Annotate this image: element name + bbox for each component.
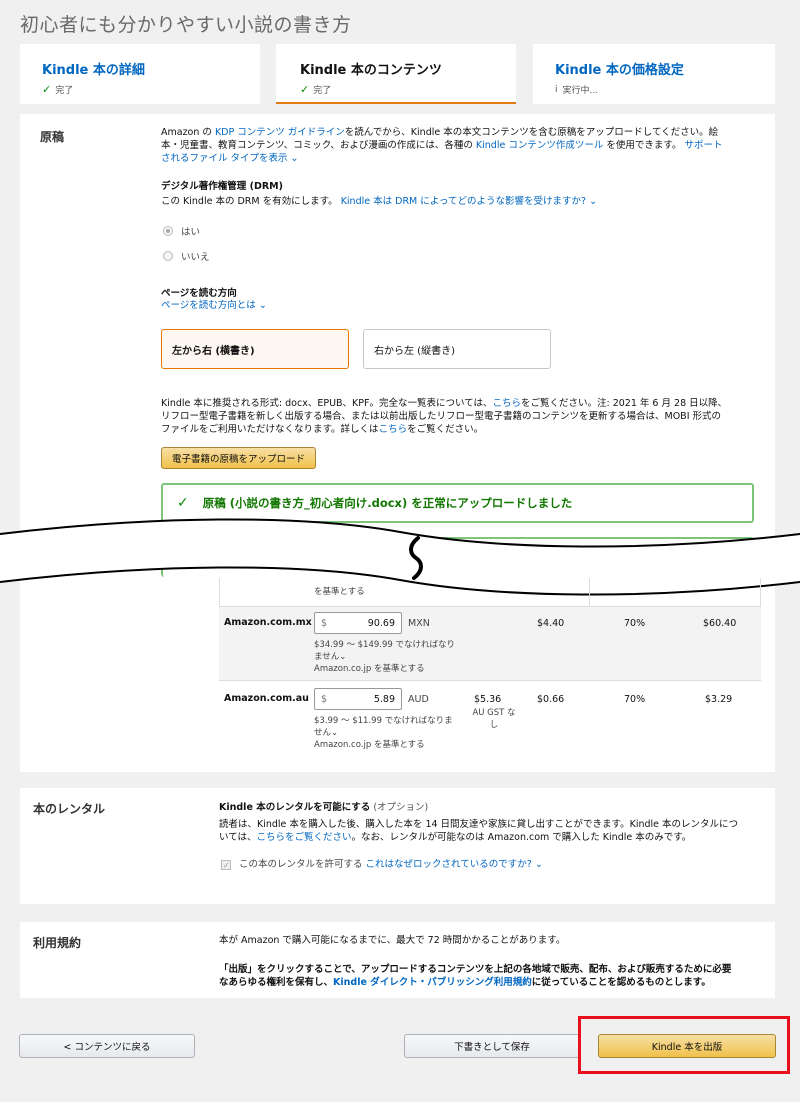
kdp-guidelines-link[interactable]: KDP コンテンツ ガイドライン: [215, 127, 345, 138]
info-icon: i: [555, 84, 558, 95]
content-tools-link[interactable]: Kindle コンテンツ作成ツール: [476, 140, 603, 151]
market-name: Amazon.com.au: [224, 693, 309, 704]
chevron-down-icon: ⌄: [331, 728, 339, 738]
tab-pricing[interactable]: Kindle 本の価格設定 i 実行中...: [533, 44, 775, 104]
drm-help-link[interactable]: Kindle 本は DRM によってどのような影響を受けますか?: [341, 196, 586, 207]
rental-help-link[interactable]: こちらをご覧ください: [257, 832, 352, 843]
rental-heading: 本のレンタル: [33, 802, 106, 816]
rental-title: Kindle 本のレンタルを可能にする (オプション): [219, 802, 429, 813]
manuscript-heading: 原稿: [40, 130, 65, 144]
price-input-mx[interactable]: $90.69: [314, 612, 402, 634]
drm-text: この Kindle 本の DRM を有効にします。 Kindle 本は DRM …: [161, 196, 598, 207]
royalty-amount: $3.29: [705, 694, 733, 705]
formats-note: Kindle 本に推奨される形式: docx、EPUB、KPF。完全な一覧表につ…: [161, 398, 728, 435]
chevron-down-icon: ⌄: [531, 859, 543, 870]
drm-heading: デジタル著作権管理 (DRM): [161, 181, 283, 192]
royalty-rate: 70%: [624, 618, 646, 629]
market-name: Amazon.com.mx: [224, 617, 312, 628]
page-title: 初心者にも分かりやすい小説の書き方: [20, 14, 352, 36]
drm-radio-no[interactable]: いいえ: [163, 249, 210, 263]
terms-agreement: 「出版」をクリックすることで、アップロードするコンテンツを上記の各地域で販売、配…: [219, 964, 732, 988]
chevron-down-icon: ⌄: [339, 652, 347, 662]
rental-checkbox[interactable]: この本のレンタルを許可する これはなぜロックされているのですか? ⌄: [221, 858, 543, 872]
tab-content-label: Kindle 本のコンテンツ: [300, 63, 442, 78]
formats-list-link[interactable]: こちら: [492, 398, 521, 409]
tab-pricing-status: 実行中...: [562, 86, 599, 96]
column-divider: [589, 578, 590, 606]
price-input-au[interactable]: $5.89: [314, 688, 402, 710]
check-icon: ✓: [300, 83, 310, 96]
mobi-details-link[interactable]: こちら: [379, 424, 408, 435]
radio-empty-icon: [163, 251, 173, 261]
reading-direction-link[interactable]: ページを読む方向とは: [161, 300, 256, 311]
direction-rtl-button[interactable]: 右から左 (縦書き): [363, 329, 551, 369]
lock-reason-link[interactable]: これはなぜロックされているのですか?: [366, 859, 532, 870]
delivery-cost: $4.40: [537, 618, 565, 629]
chevron-down-icon: ⌄: [586, 196, 598, 207]
save-draft-button[interactable]: 下書きとして保存: [404, 1034, 580, 1058]
cut-row-basis: を基準とする: [314, 587, 365, 597]
currency-code: AUD: [408, 694, 429, 705]
chevron-down-icon: ⌄: [255, 300, 267, 311]
currency-code: MXN: [408, 618, 430, 629]
tax-amount: $5.36: [474, 694, 502, 705]
upload-manuscript-button[interactable]: 電子書籍の原稿をアップロード: [161, 447, 317, 469]
back-to-content-button[interactable]: < コンテンツに戻る: [19, 1034, 195, 1058]
price-range-note: $3.99 ～ $11.99 でなければなりま せん⌄ Amazon.co.jp…: [314, 716, 453, 750]
tab-details-status: 完了: [55, 86, 74, 96]
tab-details-label: Kindle 本の詳細: [42, 63, 145, 78]
tab-content[interactable]: Kindle 本のコンテンツ ✓ 完了: [276, 44, 516, 104]
publish-button[interactable]: Kindle 本を出版: [598, 1034, 776, 1058]
drm-radio-yes[interactable]: はい: [163, 224, 200, 238]
reading-direction-help: ページを読む方向とは ⌄: [161, 299, 267, 312]
direction-ltr-button[interactable]: 左から右 (横書き): [161, 329, 349, 369]
delivery-cost: $0.66: [537, 694, 565, 705]
tab-details[interactable]: Kindle 本の詳細 ✓ 完了: [20, 44, 260, 104]
tab-pricing-label: Kindle 本の価格設定: [555, 63, 684, 78]
price-range-note: $34.99 ～ $149.99 でなければなり ません⌄ Amazon.co.…: [314, 640, 455, 674]
rental-description: 読者は、Kindle 本を購入した後、購入した本を 14 日間友達や家族に貸し出…: [219, 819, 739, 843]
check-icon: ✓: [42, 83, 52, 96]
royalty-rate: 70%: [624, 694, 646, 705]
terms-heading: 利用規約: [33, 936, 82, 950]
supported-types-link[interactable]: されるファイル タイプを表示: [161, 153, 288, 164]
tab-content-status: 完了: [313, 86, 332, 96]
chevron-down-icon: ⌄: [287, 153, 299, 164]
supported-types-link-a[interactable]: サポート: [684, 140, 722, 151]
terms-availability: 本が Amazon で購入可能になるまでに、最大で 72 時間かかることがありま…: [219, 935, 566, 946]
royalty-amount: $60.40: [703, 618, 737, 629]
kdp-terms-link[interactable]: Kindle ダイレクト・パブリッシング利用規約: [333, 977, 532, 988]
manuscript-intro: Amazon の KDP コンテンツ ガイドラインを読んでから、Kindle 本…: [161, 127, 723, 164]
checkbox-icon: [221, 859, 231, 872]
radio-selected-icon: [163, 226, 173, 236]
